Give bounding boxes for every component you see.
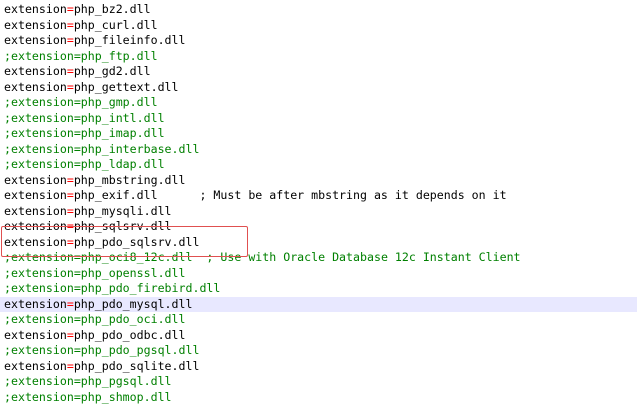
code-line[interactable]: extension=php_exif.dll ; Must be after m… xyxy=(0,188,637,204)
code-line[interactable]: ;extension=php_intl.dll xyxy=(0,111,637,127)
code-line[interactable]: extension=php_curl.dll xyxy=(0,18,637,34)
code-line[interactable]: ;extension=php_pgsql.dll xyxy=(0,374,637,390)
code-line[interactable]: extension=php_pdo_sqlsrv.dll xyxy=(0,235,637,251)
code-line[interactable]: ;extension=php_oci8_12c.dll ; Use with O… xyxy=(0,250,637,266)
code-line[interactable]: extension=php_fileinfo.dll xyxy=(0,33,637,49)
code-line[interactable]: ;extension=php_ftp.dll xyxy=(0,49,637,65)
code-line[interactable]: ;extension=php_interbase.dll xyxy=(0,142,637,158)
code-line[interactable]: extension=php_pdo_mysql.dll xyxy=(0,296,637,312)
code-editor[interactable]: extension=php_bz2.dll extension=php_curl.… xyxy=(0,0,637,416)
code-line[interactable]: ;extension=php_gmp.dll xyxy=(0,95,637,111)
code-line[interactable]: ;extension=php_openssl.dll xyxy=(0,266,637,282)
code-line[interactable]: ;extension=php_ldap.dll xyxy=(0,157,637,173)
code-line[interactable]: extension=php_sqlsrv.dll xyxy=(0,219,637,235)
code-line[interactable]: extension=php_mysqli.dll xyxy=(0,204,637,220)
code-line[interactable]: extension=php_mbstring.dll xyxy=(0,173,637,189)
code-line[interactable]: ;extension=php_pdo_firebird.dll xyxy=(0,281,637,297)
code-line[interactable]: ;extension=php_pdo_oci.dll xyxy=(0,312,637,328)
code-line[interactable]: extension=php_gd2.dll xyxy=(0,64,637,80)
code-line[interactable]: extension=php_pdo_sqlite.dll xyxy=(0,359,637,375)
code-line[interactable]: extension=php_bz2.dll xyxy=(0,2,637,18)
code-line[interactable]: extension=php_gettext.dll xyxy=(0,80,637,96)
code-line[interactable]: ;extension=php_shmop.dll xyxy=(0,390,637,406)
code-line[interactable]: ;extension=php_pdo_pgsql.dll xyxy=(0,343,637,359)
code-line[interactable]: extension=php_pdo_odbc.dll xyxy=(0,328,637,344)
code-line[interactable]: ;extension=php_imap.dll xyxy=(0,126,637,142)
